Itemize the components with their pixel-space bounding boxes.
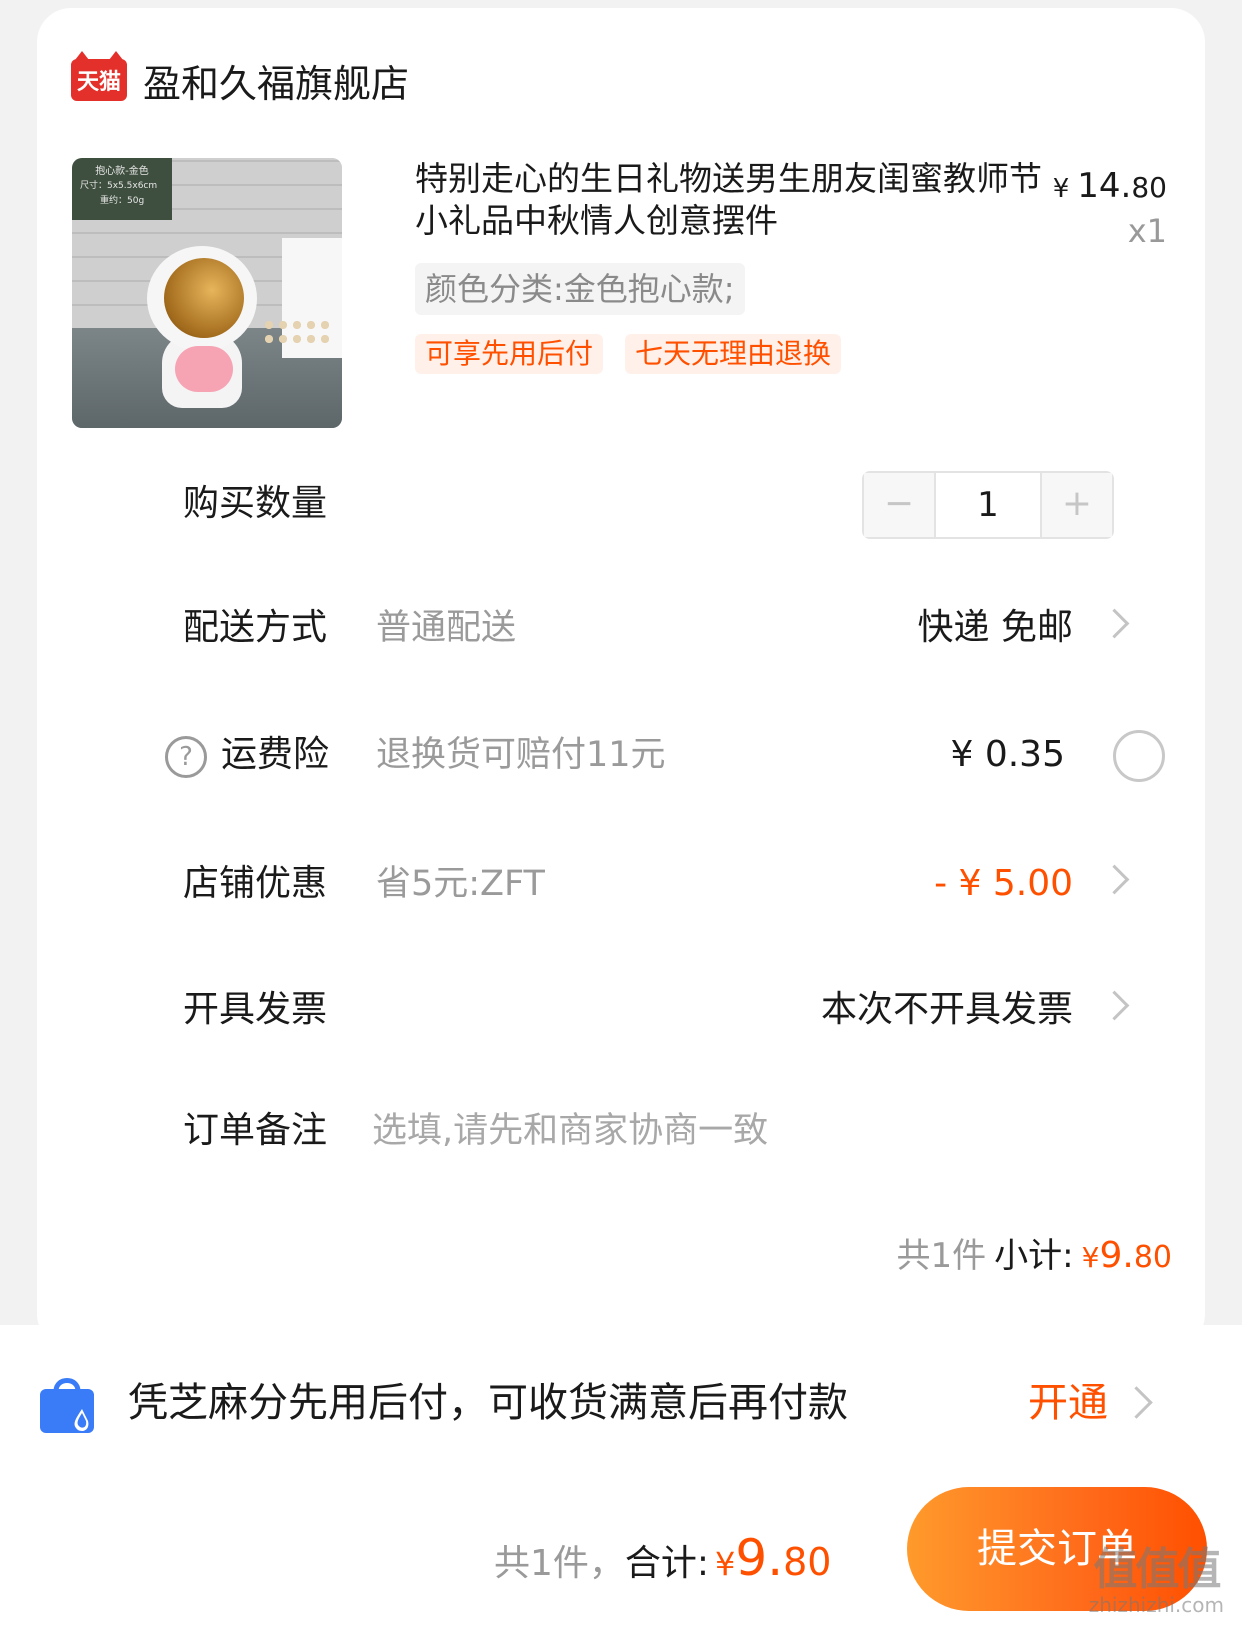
total-label: 合计: xyxy=(624,1543,710,1584)
subtotal: 共1件 小计: ¥9.80 xyxy=(897,1226,1172,1288)
product-image[interactable]: 抱心款-金色 尺寸：5x5.5x6cm 重约：50g xyxy=(72,158,342,428)
subtotal-yen: ¥ xyxy=(1081,1241,1100,1274)
discount-label: 店铺优惠 xyxy=(183,863,328,904)
delivery-sub: 普通配送 xyxy=(376,608,517,648)
increase-button[interactable]: + xyxy=(1042,473,1112,537)
insurance-row: ? 运费险 退换货可赔付11元 ¥ 0.35 xyxy=(37,720,1205,790)
price-int: 14. xyxy=(1077,166,1132,206)
delivery-label: 配送方式 xyxy=(183,607,328,648)
product-price: ¥14.80 xyxy=(1053,166,1167,206)
astronaut-visor xyxy=(164,258,244,338)
open-credit-button[interactable]: 开通 xyxy=(1028,1367,1108,1439)
total-yen: ¥ xyxy=(715,1545,736,1583)
invoice-value: 本次不开具发票 xyxy=(820,989,1073,1030)
price-dec: 80 xyxy=(1131,171,1167,204)
quantity-label: 购买数量 xyxy=(183,483,328,524)
decrease-button[interactable]: − xyxy=(864,473,934,537)
chevron-right-icon xyxy=(1099,608,1130,639)
chevron-right-icon xyxy=(1120,1386,1153,1419)
credit-pay-text: 凭芝麻分先用后付，可收货满意后再付款 xyxy=(128,1380,848,1426)
total-int: 9. xyxy=(735,1529,784,1587)
total-count: 共1件， xyxy=(494,1543,625,1584)
invoice-label: 开具发票 xyxy=(183,989,328,1030)
discount-value: - ¥ 5.00 xyxy=(934,863,1073,904)
note-input[interactable]: 选填,请先和商家协商一致 xyxy=(372,1096,768,1166)
subtotal-dec: 80 xyxy=(1133,1240,1172,1275)
quantity-stepper[interactable]: − 1 + xyxy=(862,471,1114,539)
insurance-radio[interactable] xyxy=(1113,730,1165,782)
astronaut-heart xyxy=(175,346,233,392)
image-stones xyxy=(262,318,332,344)
watermark-text: zhizhizhi.com xyxy=(1088,1593,1224,1617)
chevron-right-icon xyxy=(1099,864,1130,895)
price-yen: ¥ xyxy=(1052,174,1070,204)
product-variant[interactable]: 颜色分类:金色抱心款; xyxy=(415,263,745,315)
tag-seven-day-return: 七天无理由退换 xyxy=(625,334,842,374)
insurance-sub: 退换货可赔付11元 xyxy=(376,735,666,775)
quantity-row: 购买数量 − 1 + xyxy=(37,469,1205,539)
image-spec-line: 重约：50g xyxy=(100,196,145,206)
order-card: 天猫 盈和久福旗舰店 抱心款-金色 尺寸：5x5.5x6cm 重约：50g 特别… xyxy=(37,8,1205,1348)
discount-sub: 省5元:ZFT xyxy=(376,864,545,904)
subtotal-label: 小计: xyxy=(994,1236,1074,1276)
shopping-bag-icon xyxy=(40,1378,94,1433)
watermark: 值值值 zhizhizhi.com xyxy=(1088,1544,1224,1617)
subtotal-count: 共1件 xyxy=(896,1236,987,1276)
quantity-value[interactable]: 1 xyxy=(934,473,1042,537)
product-title[interactable]: 特别走心的生日礼物送男生朋友闺蜜教师节小礼品中秋情人创意摆件 xyxy=(415,158,1055,242)
discount-row[interactable]: 店铺优惠 省5元:ZFT - ¥ 5.00 xyxy=(37,849,1205,919)
total-dec: 80 xyxy=(783,1540,832,1584)
subtotal-int: 9. xyxy=(1099,1235,1134,1276)
tmall-logo: 天猫 xyxy=(71,51,127,101)
order-total: 共1件，合计: ¥9.80 xyxy=(494,1523,831,1605)
insurance-price: ¥ 0.35 xyxy=(950,734,1065,775)
image-spec-label: 抱心款-金色 尺寸：5x5.5x6cm 重约：50g xyxy=(72,158,172,220)
insurance-label: 运费险 xyxy=(221,734,330,775)
tmall-logo-text: 天猫 xyxy=(76,70,121,95)
note-row: 订单备注 选填,请先和商家协商一致 xyxy=(37,1096,1205,1166)
chevron-right-icon xyxy=(1099,990,1130,1021)
watermark-logo: 值值值 xyxy=(1093,1544,1221,1595)
tag-pay-later: 可享先用后付 xyxy=(415,334,604,374)
delivery-row[interactable]: 配送方式 普通配送 快递 免邮 xyxy=(37,593,1205,663)
note-label: 订单备注 xyxy=(183,1110,328,1151)
store-name[interactable]: 盈和久福旗舰店 xyxy=(143,53,409,108)
bottom-panel: 凭芝麻分先用后付，可收货满意后再付款 开通 共1件，合计: ¥9.80 提交订单 xyxy=(0,1325,1242,1630)
question-icon[interactable]: ? xyxy=(165,736,207,778)
delivery-value: 快递 免邮 xyxy=(917,607,1073,648)
store-header[interactable]: 天猫 盈和久福旗舰店 xyxy=(71,50,409,110)
product-quantity: x1 xyxy=(1127,212,1167,250)
image-spec-line: 尺寸：5x5.5x6cm xyxy=(80,181,158,191)
invoice-row[interactable]: 开具发票 本次不开具发票 xyxy=(37,975,1205,1045)
image-spec-line: 抱心款-金色 xyxy=(95,166,149,177)
